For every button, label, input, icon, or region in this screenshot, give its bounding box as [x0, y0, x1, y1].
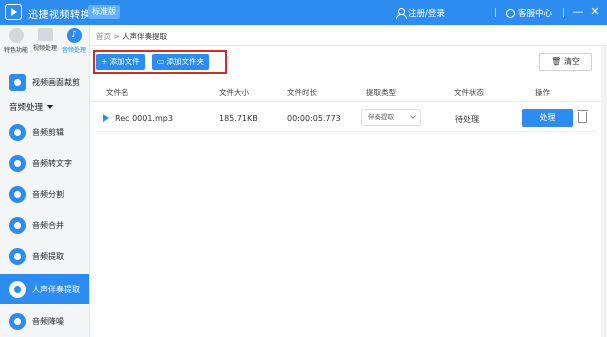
user-icon [396, 8, 407, 19]
scissors-icon [9, 123, 26, 141]
extract-icon [9, 247, 26, 265]
cell-size: 185.71KB [219, 114, 258, 123]
breadcrumb-separator: > [113, 32, 120, 41]
caret-down-icon [47, 105, 54, 109]
delete-icon[interactable] [577, 110, 588, 123]
col-duration: 文件时长 [287, 88, 317, 97]
sidebar-item-noise-reduce[interactable]: 音频降噪 [0, 306, 89, 336]
text-icon [9, 154, 26, 172]
split-icon [9, 185, 26, 203]
close-button[interactable]: ✕ [588, 4, 602, 20]
sidebar-item-video-crop[interactable]: 视频画面裁剪 [0, 67, 89, 97]
trash-icon: 🗑 [551, 57, 562, 66]
vocal-icon [9, 280, 26, 298]
select-value: 伴奏提取 [368, 113, 394, 121]
col-status: 文件状态 [454, 88, 484, 97]
clear-button[interactable]: 🗑 清空 [539, 53, 592, 71]
sidebar-item-label: 音频剪辑 [32, 127, 64, 137]
topnav-audio[interactable]: ♪ 音频处理 [60, 28, 88, 54]
scrollbar[interactable] [601, 46, 607, 337]
sidebar-item-label: 音频降噪 [32, 316, 64, 326]
title-bar: 迅捷视频转换器 标准版 注册/登录 客服中心 — ✕ [0, 0, 607, 25]
divider [495, 8, 496, 17]
process-button[interactable]: 处理 [522, 109, 573, 127]
breadcrumb-current: 人声伴奏提取 [122, 32, 168, 41]
chevron-down-icon [410, 113, 416, 119]
sidebar-item-label: 音频转文字 [32, 158, 72, 168]
topnav-label: 视频处理 [32, 45, 57, 52]
sidebar-item-audio-split[interactable]: 音频分割 [0, 179, 89, 209]
group-label: 音频处理 [9, 103, 44, 113]
topnav-video[interactable]: 视频处理 [31, 28, 59, 52]
breadcrumb-home[interactable]: 首页 [96, 32, 111, 41]
login-label: 注册/登录 [408, 9, 445, 19]
sidebar-item-label: 人声伴奏提取 [32, 284, 80, 294]
edition-badge: 标准版 [88, 5, 120, 19]
noise-icon [9, 312, 26, 330]
topnav-label: 音频处理 [61, 47, 86, 54]
service-center-link[interactable]: 客服中心 [506, 7, 552, 19]
minimize-button[interactable]: — [571, 4, 585, 20]
merge-icon [9, 216, 26, 234]
col-filename: 文件名 [106, 88, 129, 97]
extract-type-select[interactable]: 伴奏提取 [361, 109, 421, 126]
clear-label: 清空 [563, 57, 580, 66]
col-action: 操作 [535, 88, 550, 97]
play-icon[interactable] [103, 114, 109, 122]
app-logo-icon [5, 4, 22, 20]
cell-status: 待处理 [455, 115, 479, 124]
service-label: 客服中心 [518, 9, 553, 19]
sidebar-item-label: 音频合并 [32, 220, 64, 230]
topnav-featured[interactable]: 特色功能 [2, 28, 30, 54]
sidebar-item-label: 视频画面裁剪 [32, 77, 80, 87]
sidebar-item-label: 音频分割 [32, 189, 64, 199]
sidebar-item-label: 音频提取 [32, 251, 64, 261]
audio-group-toggle[interactable]: 音频处理 [9, 101, 54, 113]
divider [90, 45, 607, 46]
crop-icon [9, 73, 26, 91]
sidebar-item-audio-edit[interactable]: 音频剪辑 [0, 117, 89, 147]
audio-icon: ♪ [66, 28, 82, 43]
login-link[interactable]: 注册/登录 [396, 7, 445, 19]
divider [563, 8, 564, 17]
col-size: 文件大小 [219, 88, 249, 97]
sidebar-item-speech-to-text[interactable]: 音频转文字 [0, 148, 89, 178]
sidebar: 特色功能 视频处理 ♪ 音频处理 视频画面裁剪 音频处理 音频剪辑 音频转文字 … [0, 25, 90, 337]
cell-filename: Rec 0001.mp3 [115, 114, 173, 123]
sidebar-item-audio-merge[interactable]: 音频合并 [0, 210, 89, 240]
sidebar-item-vocal-extract[interactable]: 人声伴奏提取 [0, 274, 89, 304]
star-icon [8, 28, 24, 43]
top-nav: 特色功能 视频处理 ♪ 音频处理 [0, 25, 90, 61]
highlight-annotation [93, 50, 227, 74]
headset-icon [506, 8, 515, 18]
topnav-label: 特色功能 [3, 47, 28, 54]
table-header [90, 80, 607, 102]
film-icon [37, 28, 53, 41]
sidebar-item-audio-extract[interactable]: 音频提取 [0, 241, 89, 271]
cell-duration: 00:00:05.773 [287, 114, 341, 123]
col-extract-type: 提取类型 [366, 88, 396, 97]
breadcrumb: 首页 > 人声伴奏提取 [96, 31, 167, 42]
